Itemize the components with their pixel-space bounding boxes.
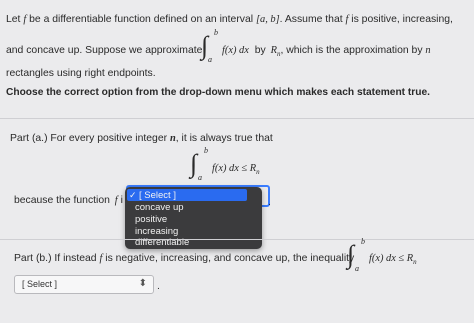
part-a-text: i xyxy=(120,195,123,206)
part-b-select[interactable]: [ Select ] ⬍ xyxy=(14,275,154,294)
integral-upper-limit: b xyxy=(361,237,365,246)
intro-text: is positive, increasing, xyxy=(348,14,453,25)
math-inequality: f(x) dx ≤ R xyxy=(212,163,257,174)
part-b-label: Part (b.) xyxy=(14,253,52,264)
integral-upper-limit: b xyxy=(204,146,208,155)
dropdown-option-concave-up[interactable]: concave up xyxy=(135,202,184,213)
math-rn-sub: n xyxy=(256,168,260,177)
integral-upper-limit: b xyxy=(214,28,218,37)
dropdown-option-select[interactable]: [ Select ] xyxy=(139,190,176,201)
part-a-label: Part (a.) xyxy=(10,133,48,144)
part-a-text: because the function xyxy=(14,195,110,206)
intro-line-3: rectangles using right endpoints. xyxy=(6,68,156,79)
part-b-select-label: [ Select ] xyxy=(22,279,58,289)
integral-lower-limit: a xyxy=(198,173,202,182)
part-a-line: Part (a.) For every positive integer n, … xyxy=(10,132,273,145)
intro-line-1: Let f be a differentiable function defin… xyxy=(6,13,453,26)
instruction-text: Choose the correct option from the drop-… xyxy=(6,87,430,98)
integral-lower-limit: a xyxy=(208,55,212,64)
check-icon: ✓ xyxy=(129,190,137,200)
part-b-trailing-period: . xyxy=(157,281,160,292)
part-a-because: because the function f i xyxy=(14,194,123,207)
dropdown-option-positive[interactable]: positive xyxy=(135,214,167,225)
math-f: f xyxy=(114,195,118,206)
section-divider xyxy=(0,118,474,119)
intro-text: by xyxy=(254,45,266,56)
section-divider xyxy=(0,239,474,240)
part-a-text: , it is always true that xyxy=(175,133,273,144)
integral-lower-limit: a xyxy=(355,264,359,273)
part-b-text: is negative, increasing, and concave up,… xyxy=(105,253,355,264)
intro-text: . Assume that xyxy=(279,14,346,25)
math-inequality: f(x) dx ≤ R xyxy=(369,253,414,264)
math-integrand: f(x) dx xyxy=(222,45,249,56)
part-a-inequality: f(x) dx ≤ Rn xyxy=(212,162,260,179)
part-a-trailing-period: . xyxy=(268,197,271,208)
math-rn-sub: n xyxy=(413,258,417,267)
intro-line-2-start: and concave up. Suppose we approximate xyxy=(6,44,202,57)
math-n: n xyxy=(425,45,431,56)
part-a-text: For every positive integer xyxy=(50,133,168,144)
intro-text: be a differentiable function defined on … xyxy=(26,14,256,25)
select-arrows-icon: ⬍ xyxy=(138,278,147,289)
intro-text: Let xyxy=(6,14,24,25)
part-b-text: If instead xyxy=(54,253,97,264)
part-b-inequality: f(x) dx ≤ Rn xyxy=(369,252,417,269)
intro-text: , which is the approximation by xyxy=(280,45,423,56)
part-b-line: Part (b.) If instead f is negative, incr… xyxy=(14,252,354,265)
intro-line-2-end: f(x) dx by Rn, which is the approximatio… xyxy=(222,44,431,61)
math-interval: [a, b] xyxy=(255,14,280,25)
dropdown-option-increasing[interactable]: increasing xyxy=(135,226,178,237)
intro-text: and concave up. Suppose we approximate xyxy=(6,45,203,56)
math-f: f xyxy=(99,253,103,264)
integral-sign-part-a: ∫ xyxy=(190,149,198,178)
integral-sign-part-b: ∫ xyxy=(347,240,355,269)
